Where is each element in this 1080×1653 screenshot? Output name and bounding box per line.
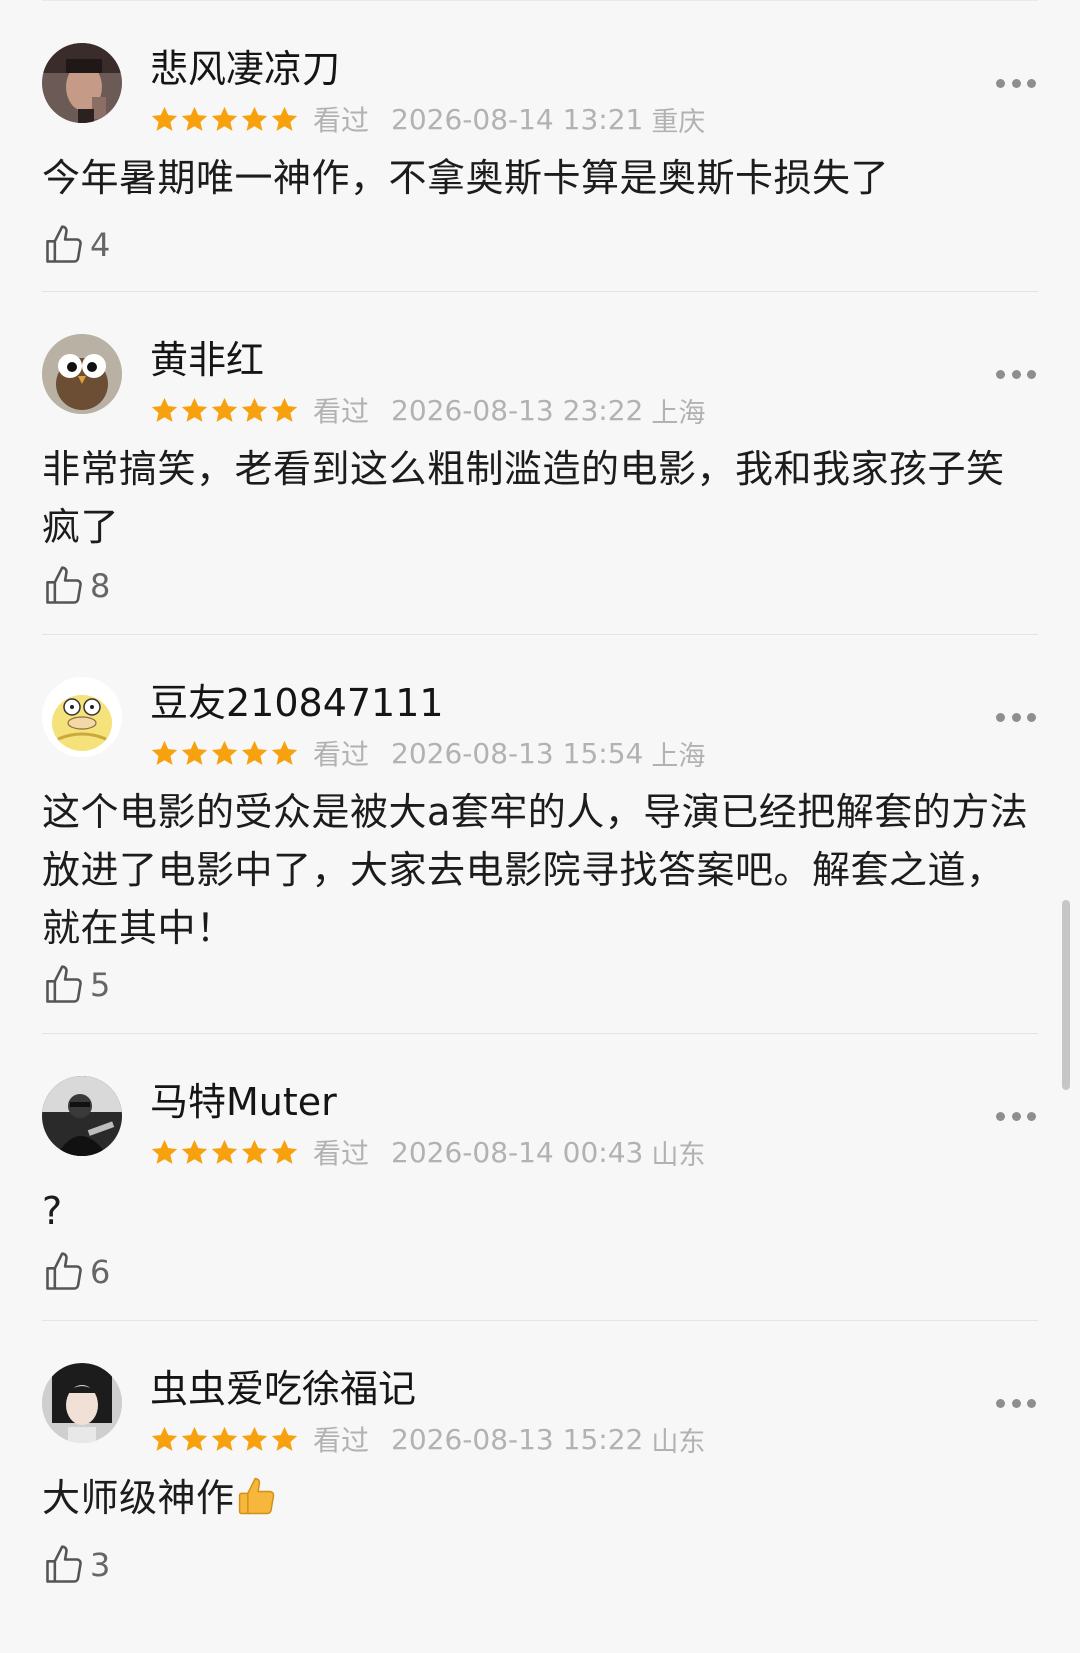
more-dots-icon[interactable]: [996, 1391, 1036, 1415]
watched-label: 看过: [313, 104, 370, 137]
star-icon: [241, 1139, 268, 1164]
star-icon: [181, 1426, 208, 1451]
star-icon: [271, 1139, 298, 1164]
more-dots-icon[interactable]: [996, 71, 1036, 95]
username[interactable]: 虫虫爱吃徐福记: [150, 1365, 416, 1413]
review-meta: 看过 2026-08-13 15:54 上海: [150, 733, 705, 773]
watched-label: 看过: [313, 1137, 370, 1170]
thumbs-up-emoji-icon: [235, 1475, 279, 1535]
star-icon: [151, 1139, 178, 1164]
thumbs-up-outline-icon: [46, 225, 82, 263]
star-icon: [241, 397, 268, 422]
review-date: 2026-08-13 15:54: [391, 736, 644, 770]
review-meta: 看过 2026-08-14 13:21 重庆: [150, 99, 705, 139]
review-content: 大师级神作: [42, 1469, 1030, 1535]
review-content: 非常搞笑，老看到这么粗制滥造的电影，我和我家孩子笑疯了: [42, 447, 1005, 549]
user-avatar[interactable]: [42, 43, 122, 123]
review-item: 马特Muter 看过 2026-08-14 00:43 山东 ? 6: [42, 1034, 1038, 1321]
like-count: 6: [90, 1253, 111, 1291]
watched-label: 看过: [313, 395, 370, 428]
review-location: 上海: [651, 397, 706, 429]
star-icon: [271, 740, 298, 765]
star-rating: [150, 105, 299, 134]
review-content: 这个电影的受众是被大a套牢的人，导演已经把解套的方法放进了电影中了，大家去电影院…: [42, 790, 1029, 950]
username[interactable]: 悲风凄凉刀: [150, 45, 340, 93]
star-rating: [150, 1425, 299, 1454]
review-location: 山东: [651, 1426, 706, 1458]
watched-label: 看过: [313, 1424, 370, 1457]
thumbs-up-outline-icon: [46, 566, 82, 604]
review-date: 2026-08-14 00:43: [391, 1135, 644, 1169]
review-date: 2026-08-13 23:22: [391, 393, 644, 427]
review-content-text: 大师级神作: [42, 1476, 235, 1520]
like-count: 8: [90, 567, 111, 605]
star-icon: [241, 106, 268, 131]
star-rating: [150, 1138, 299, 1167]
review-item: 黄非红 看过 2026-08-13 23:22 上海 非常搞笑，老看到这么粗制滥…: [42, 292, 1038, 635]
review-item: 悲风凄凉刀 看过 2026-08-14 13:21 重庆 今年暑期唯一神作，不拿…: [42, 0, 1038, 292]
review-content: ?: [42, 1189, 63, 1233]
thumbs-up-outline-icon: [46, 1545, 82, 1583]
watched-label: 看过: [313, 738, 370, 771]
review-meta: 看过 2026-08-13 15:22 山东: [150, 1419, 705, 1459]
more-dots-icon[interactable]: [996, 362, 1036, 386]
star-icon: [271, 1426, 298, 1451]
review-date: 2026-08-14 13:21: [391, 102, 644, 136]
more-dots-icon[interactable]: [996, 705, 1036, 729]
review-content: 今年暑期唯一神作，不拿奥斯卡算是奥斯卡损失了: [42, 156, 890, 200]
star-icon: [271, 106, 298, 131]
star-icon: [241, 1426, 268, 1451]
star-icon: [151, 740, 178, 765]
star-icon: [181, 397, 208, 422]
username[interactable]: 豆友210847111: [150, 679, 444, 727]
scrollbar[interactable]: [1062, 900, 1070, 1090]
like-button[interactable]: 8: [42, 564, 110, 608]
star-icon: [151, 106, 178, 131]
user-avatar[interactable]: [42, 1363, 122, 1443]
like-button[interactable]: 4: [42, 223, 110, 267]
user-avatar[interactable]: [42, 677, 122, 757]
star-icon: [271, 397, 298, 422]
thumbs-up-outline-icon: [46, 1252, 82, 1290]
star-icon: [181, 106, 208, 131]
like-count: 4: [90, 226, 111, 264]
username[interactable]: 马特Muter: [150, 1078, 337, 1126]
thumbs-up-outline-icon: [46, 965, 82, 1003]
review-item: 豆友210847111 看过 2026-08-13 15:54 上海 这个电影的…: [42, 635, 1038, 1034]
user-avatar[interactable]: [42, 1076, 122, 1156]
review-item: 虫虫爱吃徐福记 看过 2026-08-13 15:22 山东 大师级神作 3: [42, 1321, 1038, 1621]
star-rating: [150, 396, 299, 425]
review-date: 2026-08-13 15:22: [391, 1422, 644, 1456]
star-icon: [151, 397, 178, 422]
star-icon: [151, 1426, 178, 1451]
more-dots-icon[interactable]: [996, 1104, 1036, 1128]
star-icon: [211, 1139, 238, 1164]
user-avatar[interactable]: [42, 334, 122, 414]
star-icon: [211, 740, 238, 765]
star-icon: [241, 740, 268, 765]
review-location: 上海: [651, 740, 706, 772]
star-icon: [211, 397, 238, 422]
username[interactable]: 黄非红: [150, 336, 264, 384]
like-button[interactable]: 3: [42, 1543, 110, 1587]
like-button[interactable]: 5: [42, 963, 110, 1007]
like-button[interactable]: 6: [42, 1250, 110, 1294]
star-icon: [181, 1139, 208, 1164]
star-rating: [150, 739, 299, 768]
like-count: 3: [90, 1546, 111, 1584]
like-count: 5: [90, 966, 111, 1004]
star-icon: [181, 740, 208, 765]
review-feed: 悲风凄凉刀 看过 2026-08-14 13:21 重庆 今年暑期唯一神作，不拿…: [0, 0, 1080, 1621]
review-location: 山东: [651, 1139, 706, 1171]
star-icon: [211, 1426, 238, 1451]
review-meta: 看过 2026-08-13 23:22 上海: [150, 390, 705, 430]
star-icon: [211, 106, 238, 131]
review-meta: 看过 2026-08-14 00:43 山东: [150, 1132, 705, 1172]
review-location: 重庆: [651, 106, 706, 138]
